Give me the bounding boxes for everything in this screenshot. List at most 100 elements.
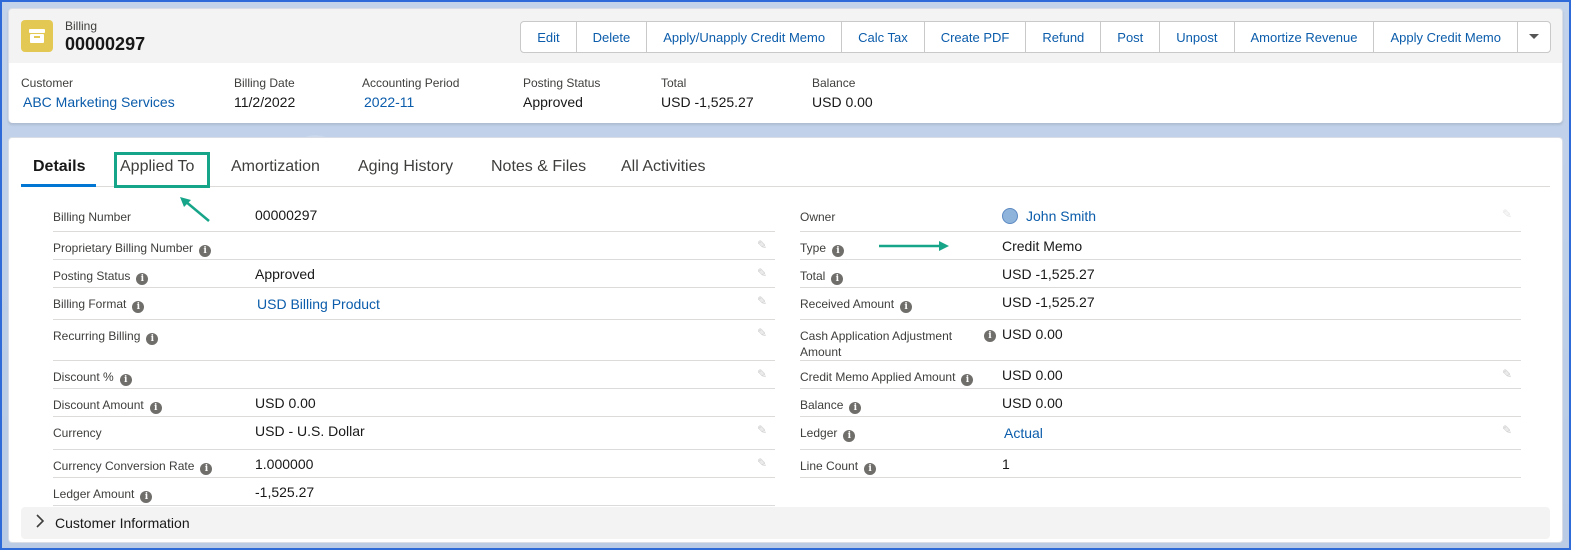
unpost-button[interactable]: Unpost xyxy=(1160,22,1235,52)
pencil-icon[interactable]: ✎ xyxy=(757,294,767,308)
field-value: 00000297 xyxy=(255,207,318,223)
field-value: USD 0.00 xyxy=(1002,367,1063,383)
field-label: Discount Amount xyxy=(53,398,144,412)
refund-button[interactable]: Refund xyxy=(1026,22,1102,52)
pencil-icon[interactable]: ✎ xyxy=(1502,367,1512,381)
highlights-panel: Customer ABC Marketing Services Billing … xyxy=(9,63,1562,123)
field-total: Total i USD -1,525.27 xyxy=(800,260,1521,288)
field-label: Cash Application Adjustment xyxy=(800,329,953,343)
customer-link[interactable]: ABC Marketing Services xyxy=(23,94,175,110)
record-name: 00000297 xyxy=(65,34,146,54)
delete-button[interactable]: Delete xyxy=(577,22,648,52)
field-type: Type i Credit Memo xyxy=(800,232,1521,260)
tab-all-activities[interactable]: All Activities xyxy=(621,158,705,176)
balance-value: USD 0.00 xyxy=(812,94,873,110)
info-icon[interactable]: i xyxy=(199,245,212,257)
highlight-billing-date: Billing Date 11/2/2022 xyxy=(234,76,295,110)
amortize-revenue-button[interactable]: Amortize Revenue xyxy=(1235,22,1375,52)
applied-to-highlight-box xyxy=(114,152,210,188)
info-icon[interactable]: i xyxy=(832,245,845,257)
field-label: Billing Number xyxy=(53,210,132,224)
info-icon[interactable]: i xyxy=(843,430,856,442)
info-icon[interactable]: i xyxy=(136,273,149,285)
tab-notes-files[interactable]: Notes & Files xyxy=(491,158,586,176)
total-label: Total xyxy=(661,76,687,90)
total-value: USD -1,525.27 xyxy=(661,94,754,110)
pencil-icon[interactable]: ✎ xyxy=(757,238,767,252)
info-icon[interactable]: i xyxy=(149,402,162,414)
accounting-period-link[interactable]: 2022-11 xyxy=(364,94,459,110)
avatar xyxy=(1002,208,1018,224)
field-value: USD 0.00 xyxy=(1002,326,1063,342)
field-value: USD -1,525.27 xyxy=(1002,266,1095,282)
field-label: Line Count xyxy=(800,459,859,473)
apply-unapply-credit-memo-button[interactable]: Apply/Unapply Credit Memo xyxy=(647,22,843,52)
field-label: Credit Memo Applied Amount xyxy=(800,370,956,384)
pencil-icon[interactable]: ✎ xyxy=(757,266,767,280)
info-icon[interactable]: i xyxy=(900,301,913,313)
field-discount-percent: Discount % i ✎ xyxy=(53,361,775,389)
field-credit-memo-applied-amount: Credit Memo Applied Amount i USD 0.00 ✎ xyxy=(800,361,1521,389)
owner-link[interactable]: John Smith xyxy=(1002,208,1096,224)
field-value: USD 0.00 xyxy=(255,395,316,411)
pencil-icon[interactable]: ✎ xyxy=(757,326,767,340)
chevron-right-icon xyxy=(35,514,45,531)
section-customer-information[interactable]: Customer Information xyxy=(21,507,1550,539)
billing-icon xyxy=(21,20,53,52)
info-icon[interactable]: i xyxy=(146,333,159,345)
pencil-icon[interactable]: ✎ xyxy=(757,367,767,381)
apply-credit-memo-button[interactable]: Apply Credit Memo xyxy=(1374,22,1518,52)
field-discount-amount: Discount Amount i USD 0.00 xyxy=(53,389,775,417)
create-pdf-button[interactable]: Create PDF xyxy=(925,22,1027,52)
highlight-customer: Customer ABC Marketing Services xyxy=(21,76,175,110)
accounting-period-label: Accounting Period xyxy=(362,76,460,90)
field-owner: Owner John Smith ✎ xyxy=(800,201,1521,232)
pencil-icon[interactable]: ✎ xyxy=(757,456,767,470)
pencil-icon[interactable]: ✎ xyxy=(1502,423,1512,437)
lock-icon: ✎ xyxy=(1502,207,1513,221)
pencil-icon[interactable]: ✎ xyxy=(757,423,767,437)
calc-tax-button[interactable]: Calc Tax xyxy=(842,22,925,52)
detail-card: Details Applied To Amortization Aging Hi… xyxy=(8,137,1563,543)
info-icon[interactable]: i xyxy=(831,273,844,285)
record-header-top: Billing 00000297 Edit Delete Apply/Unapp… xyxy=(9,9,1562,63)
field-value: 1 xyxy=(1002,456,1010,472)
field-label: Ledger xyxy=(800,426,838,440)
highlight-accounting-period: Accounting Period 2022-11 xyxy=(362,76,459,110)
info-icon[interactable]: i xyxy=(864,463,877,475)
info-icon[interactable]: i xyxy=(984,330,996,342)
highlight-balance: Balance USD 0.00 xyxy=(812,76,873,110)
field-value: Approved xyxy=(255,266,315,282)
tab-aging-history[interactable]: Aging History xyxy=(358,158,453,176)
action-button-group: Edit Delete Apply/Unapply Credit Memo Ca… xyxy=(520,21,1551,53)
post-button[interactable]: Post xyxy=(1101,22,1161,52)
field-label: Ledger Amount xyxy=(53,487,135,501)
info-icon[interactable]: i xyxy=(961,374,974,386)
field-balance: Balance i USD 0.00 xyxy=(800,389,1521,417)
info-icon[interactable]: i xyxy=(132,301,145,313)
more-actions-button[interactable] xyxy=(1518,22,1550,52)
field-label: Billing Format xyxy=(53,297,127,311)
field-value: USD -1,525.27 xyxy=(1002,294,1095,310)
field-label: Balance xyxy=(800,398,844,412)
edit-button[interactable]: Edit xyxy=(521,22,577,52)
tab-amortization[interactable]: Amortization xyxy=(231,158,320,176)
info-icon[interactable]: i xyxy=(849,402,862,414)
field-label: Currency Conversion Rate xyxy=(53,459,195,473)
info-icon[interactable]: i xyxy=(140,491,153,503)
field-label: Recurring Billing xyxy=(53,329,141,343)
posting-status-label: Posting Status xyxy=(523,76,601,90)
field-value: USD - U.S. Dollar xyxy=(255,423,365,439)
field-label: Discount % xyxy=(53,370,114,384)
field-value: -1,525.27 xyxy=(255,484,315,500)
posting-status-value: Approved xyxy=(523,94,583,110)
highlight-total: Total USD -1,525.27 xyxy=(661,76,754,110)
ledger-link[interactable]: Actual xyxy=(1004,425,1043,441)
info-icon[interactable]: i xyxy=(119,374,132,386)
info-icon[interactable]: i xyxy=(200,463,213,475)
billing-date-value: 11/2/2022 xyxy=(234,94,296,110)
tab-details[interactable]: Details xyxy=(33,158,85,176)
billing-format-link[interactable]: USD Billing Product xyxy=(257,296,380,312)
field-label: Type xyxy=(800,241,827,255)
billing-date-label: Billing Date xyxy=(234,76,295,90)
